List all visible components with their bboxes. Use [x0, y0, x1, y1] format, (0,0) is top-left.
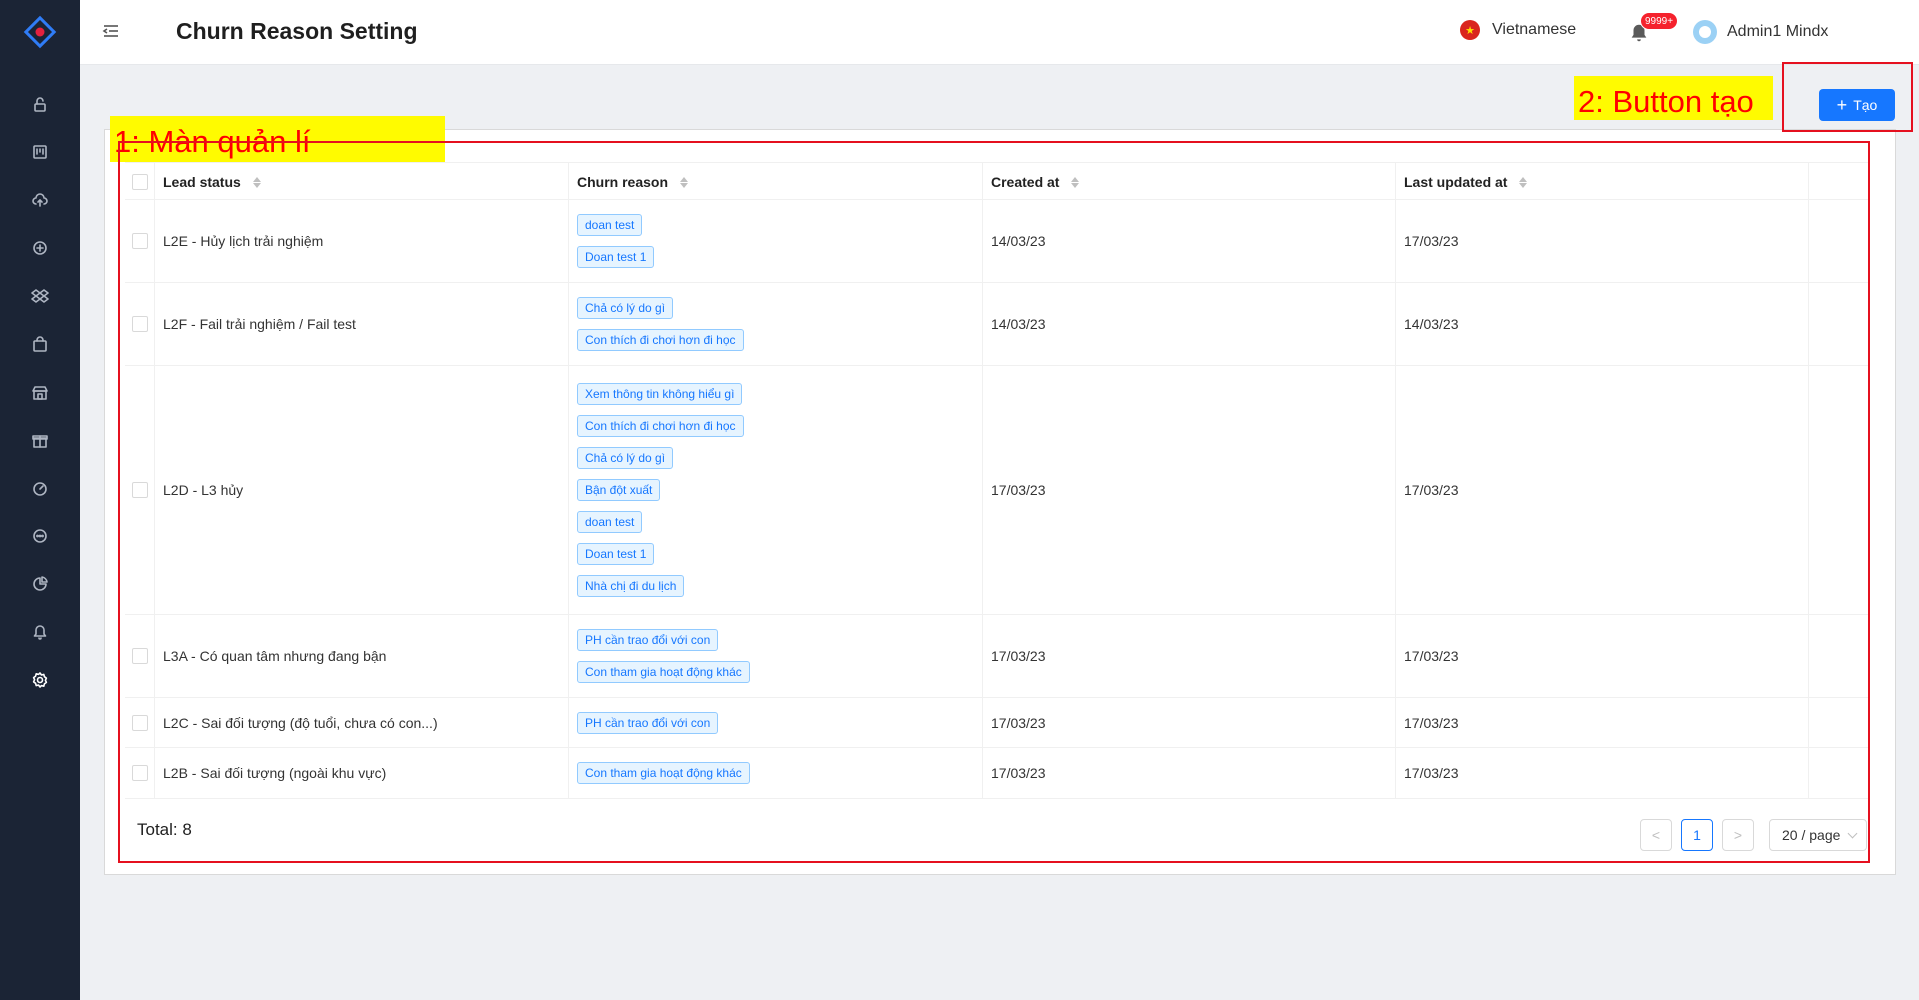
page-title: Churn Reason Setting — [176, 18, 418, 44]
annotation-box-create — [1782, 62, 1913, 132]
menu-toggle-icon[interactable] — [102, 22, 120, 40]
dropbox-icon[interactable] — [28, 284, 52, 308]
avatar — [1693, 20, 1717, 44]
annotation-box-management — [118, 141, 1870, 863]
upload-cloud-icon[interactable] — [28, 188, 52, 212]
logo-icon — [23, 15, 57, 49]
plus-circle-icon[interactable] — [28, 236, 52, 260]
notification-badge: 9999+ — [1640, 12, 1679, 30]
unlock-icon[interactable] — [28, 92, 52, 116]
message-icon[interactable] — [28, 524, 52, 548]
setting-icon[interactable] — [28, 668, 52, 692]
shopping-bag-icon[interactable] — [28, 332, 52, 356]
language-selector[interactable]: ★ Vietnamese — [1460, 20, 1576, 40]
vietnam-flag-icon: ★ — [1460, 20, 1480, 40]
user-menu[interactable]: Admin1 Mindx — [1693, 20, 1828, 44]
user-name: Admin1 Mindx — [1727, 23, 1829, 40]
gift-icon[interactable] — [28, 428, 52, 452]
sidebar — [0, 0, 80, 1000]
dashboard-icon[interactable] — [28, 476, 52, 500]
pie-chart-icon[interactable] — [28, 572, 52, 596]
board-icon[interactable] — [28, 140, 52, 164]
bell-icon[interactable] — [28, 620, 52, 644]
shop-icon[interactable] — [28, 380, 52, 404]
annotation-label-create: 2: Button tạo — [1574, 76, 1773, 120]
language-label: Vietnamese — [1492, 21, 1577, 38]
app-logo[interactable] — [0, 0, 80, 64]
